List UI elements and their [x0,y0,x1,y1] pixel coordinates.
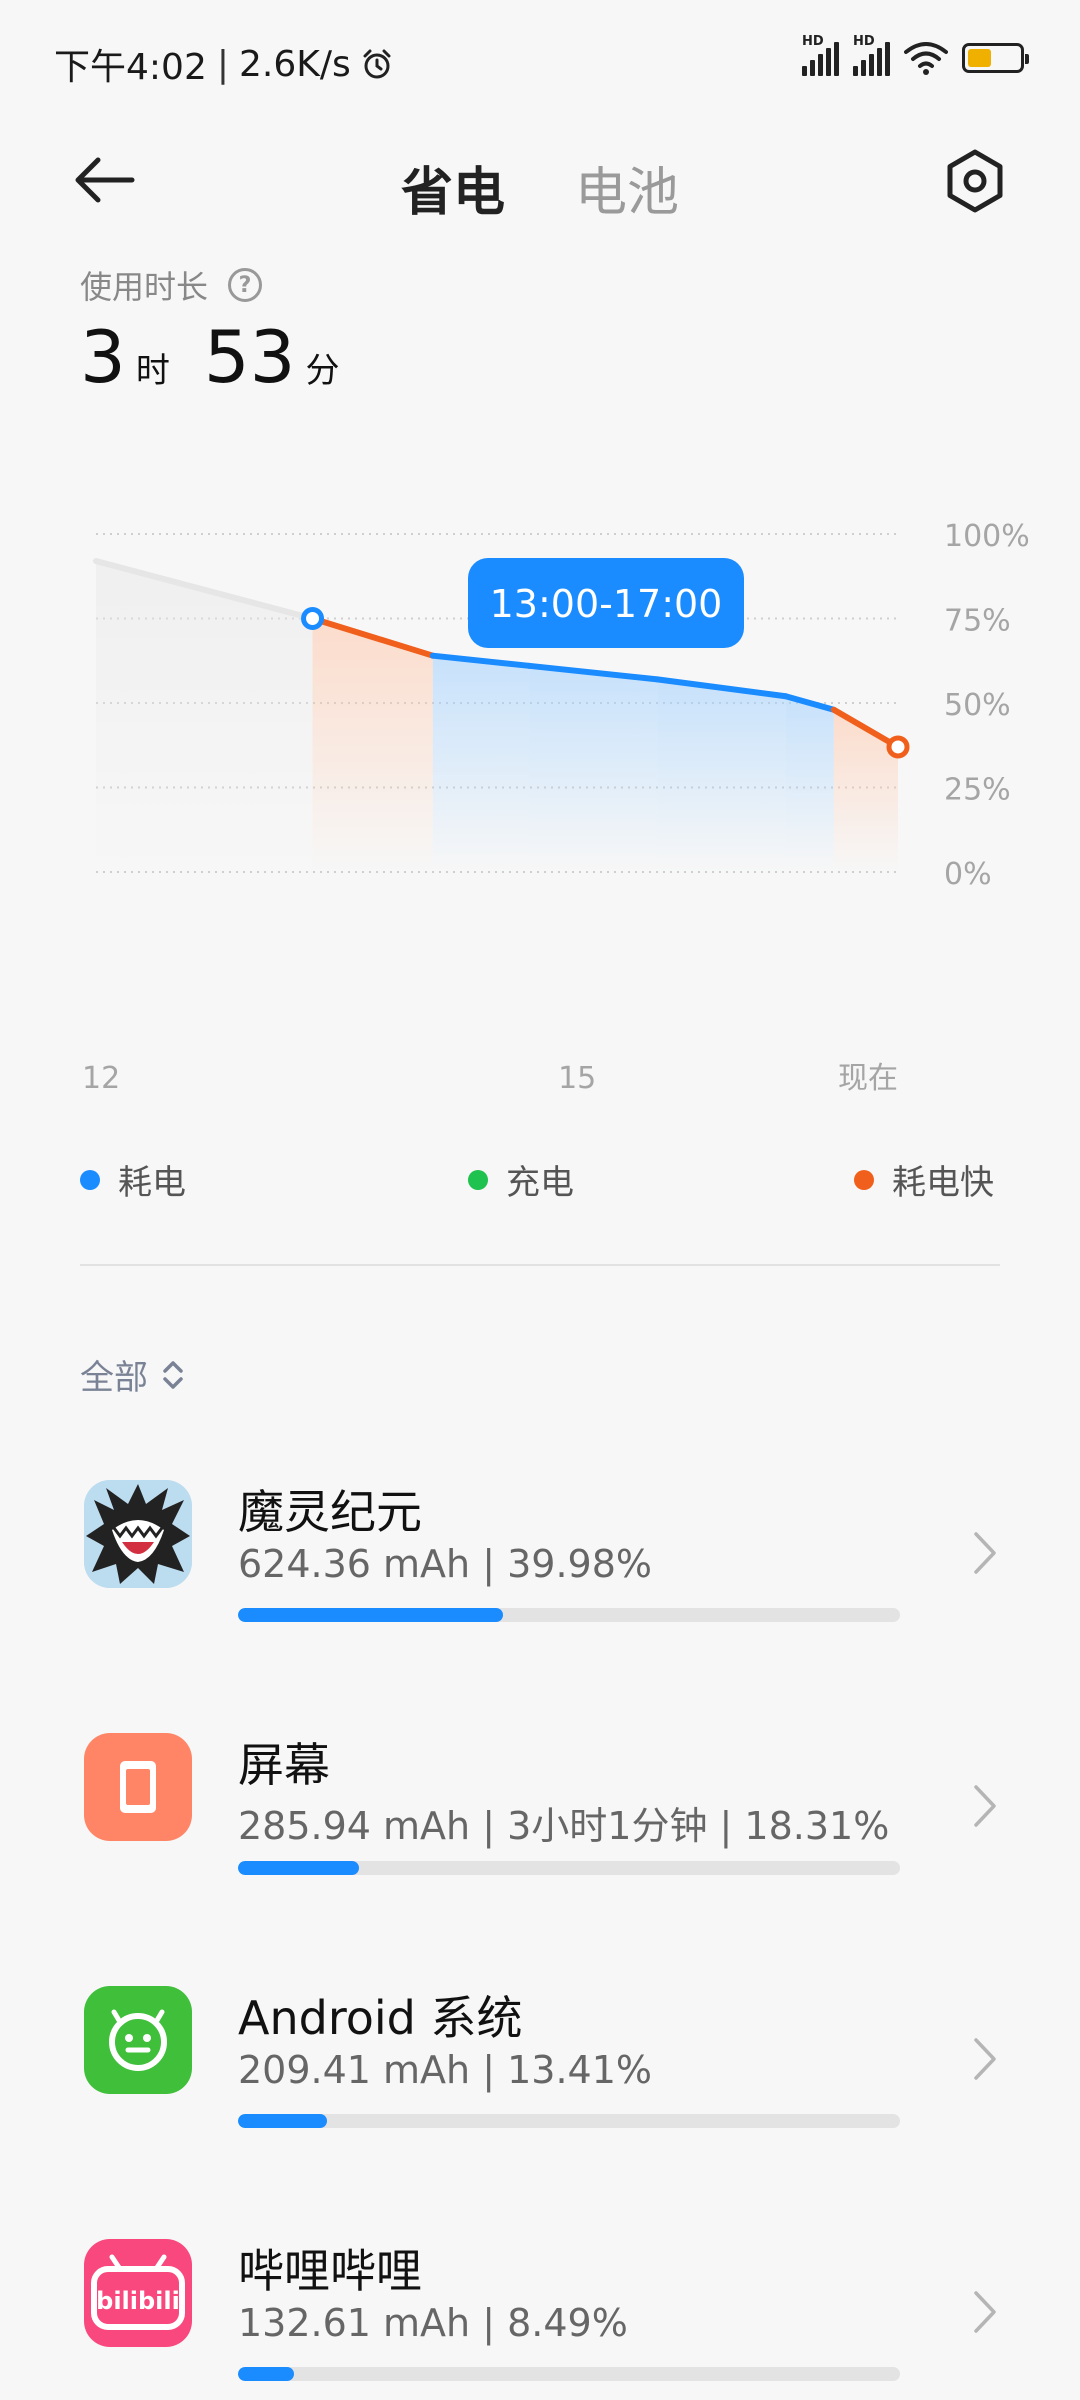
app-detail: 285.94 mAh | 3小时1分钟 | 18.31% [238,1804,890,1848]
y-tick-label: 50% [944,688,1011,723]
signal-icon-2: HD [853,34,890,76]
chart-area-segment [833,709,898,872]
chevron-right-icon [974,2038,996,2080]
y-tick-label: 0% [944,857,992,892]
status-bar: 下午4:02 | 2.6K/s HD HD [0,0,1080,120]
screen-icon [84,1733,192,1841]
usage-minutes-unit: 分 [305,351,340,391]
app-usage-bar [238,2367,900,2381]
sort-arrows-icon [163,1360,183,1389]
app-usage-fill [238,1861,360,1875]
app-detail: 132.61 mAh | 8.49% [238,2301,628,2345]
app-name: 魔灵纪元 [238,1485,422,1539]
battery-level [968,49,991,67]
y-tick-label: 75% [944,604,1011,639]
app-usage-bar [238,2114,900,2128]
header: 省电 电池 [0,130,1080,230]
status-time: 下午4:02 [54,47,207,88]
hd-label: HD [853,34,875,49]
status-separator: | [216,43,229,85]
legend-dot-orange [854,1169,874,1190]
chart-area-segment [432,655,530,872]
usage-hours-unit: 时 [135,351,170,391]
hd-label: HD [802,34,824,49]
legend-normal: 耗电 [80,1155,186,1204]
usage-hours: 3 [80,315,126,399]
tab-bar: 省电 电池 [0,150,1080,225]
legend-normal-label: 耗电 [118,1163,186,1203]
filter-dropdown[interactable]: 全部 [80,1350,184,1399]
legend-charging: 充电 [468,1155,574,1204]
chart-area-segment [529,665,658,872]
android-icon [84,1986,192,2094]
usage-duration-label: 使用时长 ? [80,262,263,308]
tooltip-text: 13:00-17:00 [490,582,723,626]
game-icon [84,1480,192,1588]
chart-area-segment [312,618,433,872]
app-row-0[interactable]: 魔灵纪元 624.36 mAh | 39.98% [0,1480,1080,1680]
app-usage-fill [238,2114,327,2128]
tab-power-saving[interactable]: 省电 [401,150,505,225]
bilibili-icon: bilibili [84,2239,192,2347]
x-tick-label: 15 [558,1061,596,1096]
signal-icon-1: HD [802,34,839,76]
legend-fast-label: 耗电快 [892,1163,994,1203]
chevron-right-icon [974,1785,996,1827]
chevron-right-icon [974,1532,996,1574]
app-row-2[interactable]: Android 系统 209.41 mAh | 13.41% [0,1986,1080,2186]
help-icon[interactable]: ? [228,268,263,302]
app-row-3[interactable]: bilibili 哔哩哔哩 132.61 mAh | 8.49% [0,2239,1080,2400]
legend-fast: 耗电快 [854,1155,994,1204]
x-tick-label: 现在 [838,1061,898,1096]
battery-icon [962,43,1029,73]
status-right: HD HD [802,34,1029,76]
chart-tooltip: 13:00-17:00 [468,558,744,648]
selection-marker[interactable] [886,735,910,759]
filter-label: 全部 [80,1358,148,1398]
app-name: Android 系统 [238,1991,523,2045]
usage-duration-value: 3 时 53 分 [80,315,363,399]
x-tick-label: 12 [82,1061,120,1096]
legend-charging-label: 充电 [506,1163,574,1203]
app-name: 屏幕 [238,1738,330,1792]
y-tick-label: 100% [944,519,1030,554]
app-usage-bar [238,1608,900,1622]
status-speed: 2.6K/s [238,43,351,85]
settings-gear-icon[interactable] [940,146,1010,216]
app-usage-fill [238,2367,295,2381]
chart-area-segment [785,696,834,872]
chart-area-segment [657,679,786,872]
app-usage-fill [238,1608,503,1622]
legend-dot-blue [80,1169,100,1190]
chart-legend: 耗电 充电 耗电快 [80,1155,1000,1205]
app-detail: 624.36 mAh | 39.98% [238,1542,652,1586]
tab-battery[interactable]: 电池 [575,150,679,225]
chevron-right-icon [974,2291,996,2333]
wifi-icon [904,42,948,75]
y-tick-label: 25% [944,773,1011,808]
app-name: 哔哩哔哩 [238,2244,422,2298]
status-left: 下午4:02 | 2.6K/s [54,38,395,90]
app-usage-bar [238,1861,900,1875]
app-detail: 209.41 mAh | 13.41% [238,2048,652,2092]
divider [80,1264,1000,1266]
usage-label-text: 使用时长 [80,268,209,306]
alarm-icon [363,49,391,79]
selection-marker[interactable] [301,607,325,630]
svg-text:bilibili: bilibili [96,2287,180,2315]
legend-dot-green [468,1169,488,1190]
app-row-1[interactable]: 屏幕 285.94 mAh | 3小时1分钟 | 18.31% [0,1733,1080,1933]
battery-chart[interactable]: 100% 75% 50% 25% 0% 12 15 现在 13:00-17:00 [0,470,1080,1110]
usage-minutes: 53 [203,315,296,399]
